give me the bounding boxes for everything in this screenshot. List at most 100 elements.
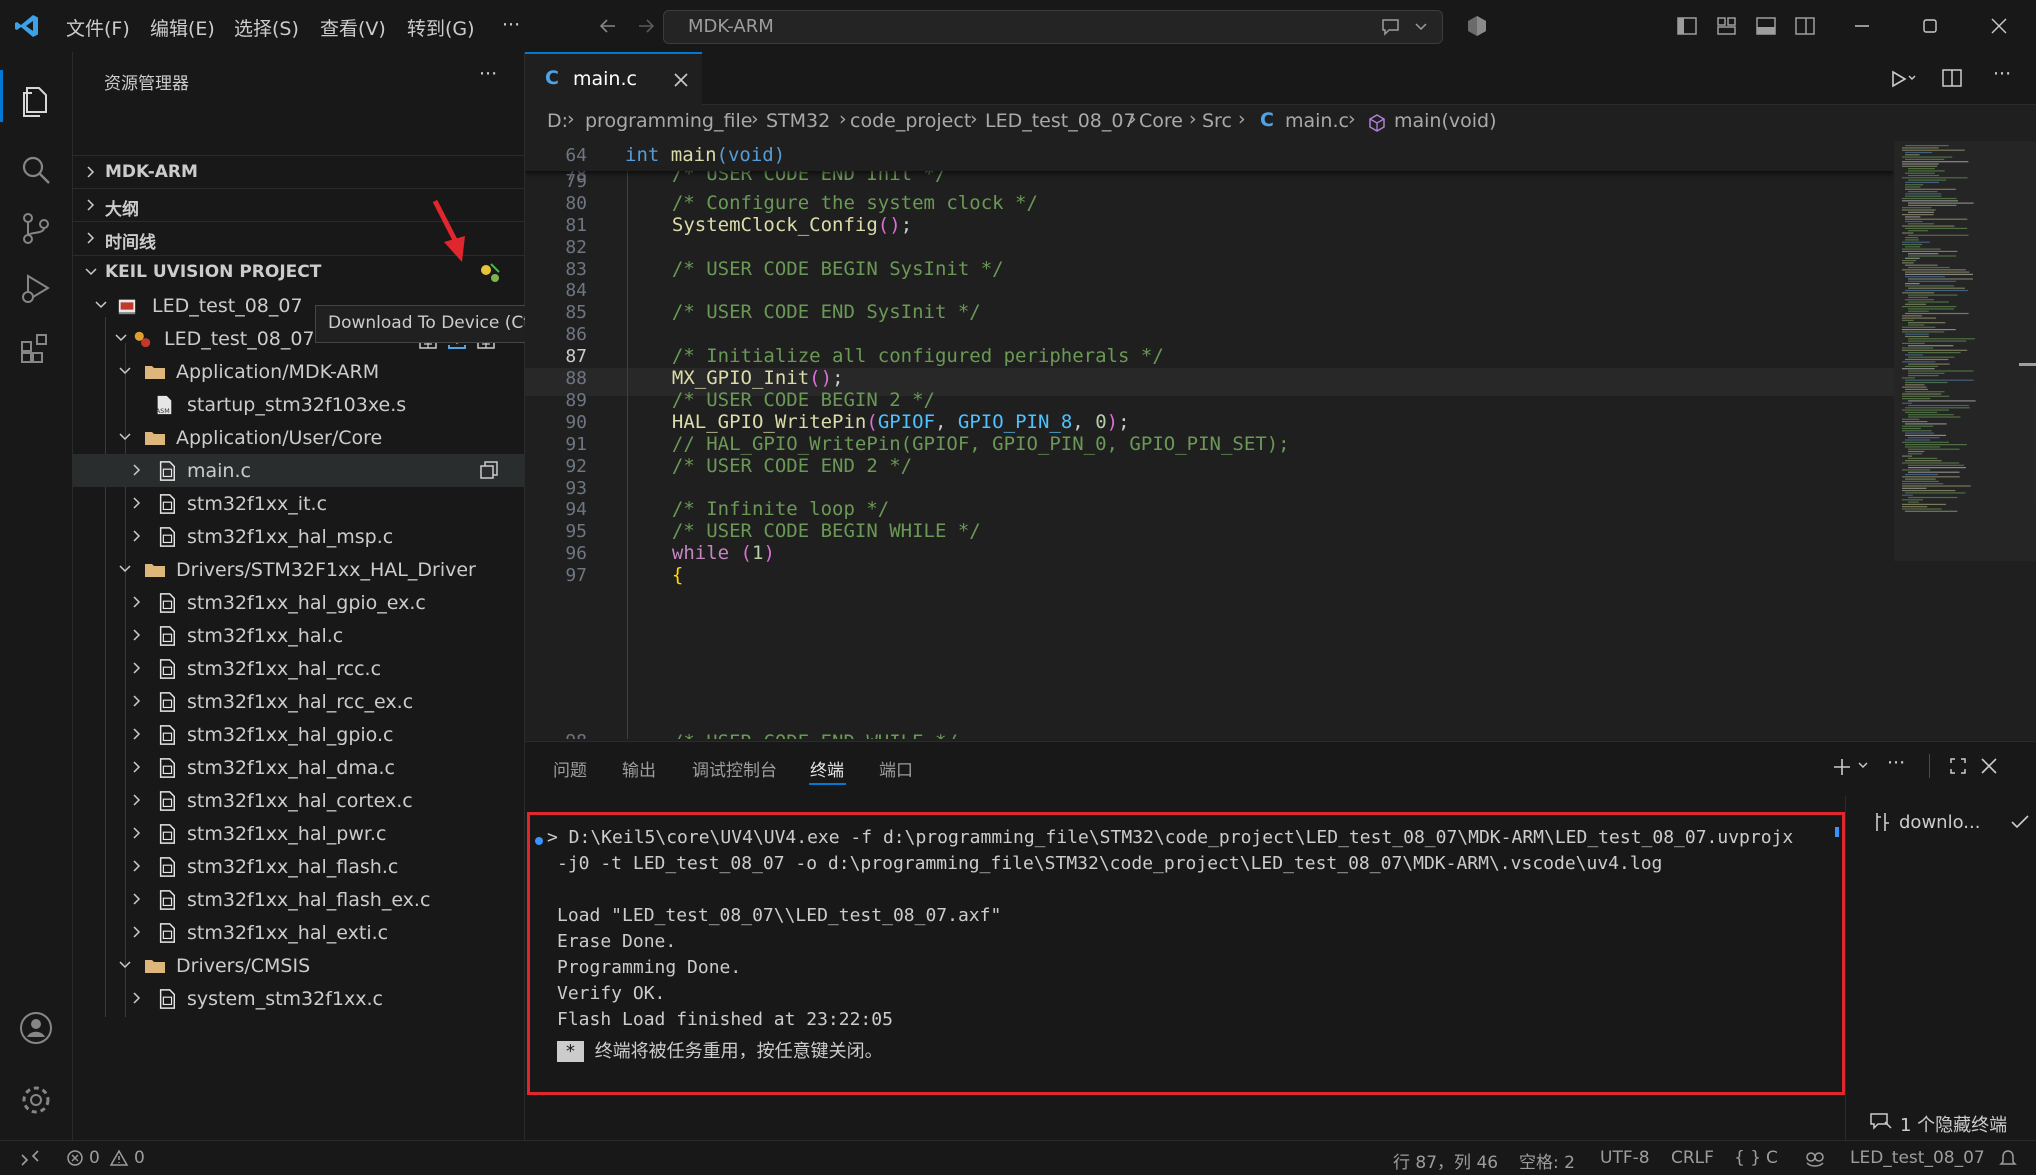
source-control-icon[interactable] bbox=[18, 210, 54, 246]
breadcrumb-item[interactable]: D: bbox=[547, 110, 568, 132]
copy-file-icon[interactable] bbox=[479, 460, 499, 480]
warning-icon[interactable] bbox=[109, 1149, 129, 1167]
copilot-icon[interactable] bbox=[1465, 14, 1489, 38]
close-tab-icon[interactable] bbox=[671, 70, 691, 90]
tree-item-label: startup_stm32f103xe.s bbox=[187, 394, 407, 416]
tree-item-file[interactable]: stm32f1xx_hal_cortex.c bbox=[73, 784, 524, 817]
extensions-icon[interactable] bbox=[18, 330, 54, 366]
tree-item-file[interactable]: system_stm32f1xx.c bbox=[73, 982, 524, 1015]
back-arrow-icon[interactable] bbox=[598, 16, 618, 36]
notifications-bell-icon[interactable] bbox=[1998, 1148, 2018, 1168]
menu-go[interactable]: 转到(G) bbox=[407, 14, 475, 41]
search-icon[interactable] bbox=[18, 152, 54, 188]
tree-item-group[interactable]: Application/MDK-ARM bbox=[73, 355, 524, 388]
account-icon[interactable] bbox=[18, 1010, 54, 1046]
forward-arrow-icon[interactable] bbox=[636, 16, 656, 36]
minimap-slider[interactable] bbox=[1894, 141, 2036, 561]
sticky-scroll[interactable]: 64 int main(void) bbox=[525, 141, 1894, 171]
tab-problems[interactable]: 问题 bbox=[553, 756, 587, 781]
close-window-icon[interactable] bbox=[1989, 16, 2009, 36]
breadcrumb-item[interactable]: main(void) bbox=[1394, 110, 1497, 132]
error-icon[interactable] bbox=[66, 1149, 84, 1167]
chevron-right-icon bbox=[133, 761, 141, 773]
menu-edit[interactable]: 编辑(E) bbox=[150, 14, 215, 41]
new-terminal-icon[interactable] bbox=[1831, 756, 1853, 778]
breadcrumb-item[interactable]: code_project bbox=[850, 110, 971, 132]
hidden-terminals-label[interactable]: 1 个隐藏终端 bbox=[1900, 1111, 2007, 1137]
tree-item-file[interactable]: stm32f1xx_hal.c bbox=[73, 619, 524, 652]
breadcrumb-item[interactable]: main.c bbox=[1285, 110, 1349, 132]
tree-item-file[interactable]: stm32f1xx_hal_dma.c bbox=[73, 751, 524, 784]
panel-more-actions[interactable]: ··· bbox=[1887, 752, 1905, 774]
code-editor[interactable]: 78 /* USER CODE END Init */ 79 80 /* Conf… bbox=[525, 141, 2036, 739]
manage-gear-icon[interactable] bbox=[18, 1082, 54, 1118]
run-debug-menu-icon[interactable] bbox=[1890, 68, 1916, 90]
language-mode[interactable]: C bbox=[1766, 1148, 1778, 1168]
tab-terminal[interactable]: 终端 bbox=[810, 756, 844, 781]
tab-ports[interactable]: 端口 bbox=[879, 756, 913, 781]
maximize-icon[interactable] bbox=[1920, 16, 1940, 36]
build-gear-icon[interactable] bbox=[477, 260, 503, 286]
breadcrumb-item[interactable]: Core bbox=[1139, 110, 1183, 132]
warning-count[interactable]: 0 bbox=[134, 1148, 145, 1168]
explorer-icon[interactable] bbox=[18, 82, 54, 118]
menu-more[interactable]: ··· bbox=[502, 14, 520, 36]
copilot-status-icon[interactable] bbox=[1804, 1148, 1826, 1168]
tree-item-file[interactable]: stm32f1xx_hal_rcc_ex.c bbox=[73, 685, 524, 718]
chevron-down-icon[interactable] bbox=[1414, 21, 1428, 33]
tree-item-file-selected[interactable]: main.c bbox=[73, 454, 524, 487]
tree-item-file[interactable]: stm32f1xx_hal_msp.c bbox=[73, 520, 524, 553]
tree-item-label: Application/User/Core bbox=[176, 427, 383, 449]
line-ending[interactable]: CRLF bbox=[1671, 1148, 1714, 1168]
tree-item-file[interactable]: stm32f1xx_hal_gpio_ex.c bbox=[73, 586, 524, 619]
section-mdk-arm[interactable]: MDK-ARM bbox=[73, 155, 524, 189]
tree-item-group[interactable]: Drivers/CMSIS bbox=[73, 949, 524, 982]
chat-icon[interactable] bbox=[1380, 17, 1402, 37]
tree-item-file[interactable]: stm32f1xx_hal_rcc.c bbox=[73, 652, 524, 685]
tab-output[interactable]: 输出 bbox=[622, 756, 656, 781]
terminal-task-label[interactable]: downlo... bbox=[1899, 812, 1980, 833]
tree-item-file[interactable]: stm32f1xx_hal_exti.c bbox=[73, 916, 524, 949]
tree-item-group[interactable]: Application/User/Core bbox=[73, 421, 524, 454]
maximize-panel-icon[interactable] bbox=[1948, 756, 1968, 776]
menu-view[interactable]: 查看(V) bbox=[320, 14, 386, 41]
tree-item-file[interactable]: stm32f1xx_hal_gpio.c bbox=[73, 718, 524, 751]
editor-more-actions[interactable]: ··· bbox=[1993, 63, 2011, 85]
breadcrumb-item[interactable]: STM32 bbox=[766, 110, 830, 132]
terminal-output[interactable]: > D:\Keil5\core\UV4\UV4.exe -f d:\progra… bbox=[527, 812, 1845, 1095]
remote-icon[interactable] bbox=[20, 1149, 40, 1167]
project-name[interactable]: LED_test_08_07 bbox=[1850, 1148, 1985, 1168]
chevron-down-icon bbox=[115, 334, 127, 342]
section-label: 大纲 bbox=[105, 200, 139, 220]
error-count[interactable]: 0 bbox=[89, 1148, 100, 1168]
chevron-down-icon[interactable] bbox=[1857, 761, 1869, 771]
minimap[interactable] bbox=[1894, 141, 2036, 739]
cursor-position[interactable]: 行 87，列 46 bbox=[1393, 1148, 1498, 1173]
encoding[interactable]: UTF-8 bbox=[1600, 1148, 1650, 1168]
tree-item-file[interactable]: stm32f1xx_hal_pwr.c bbox=[73, 817, 524, 850]
toggle-panel-icon[interactable] bbox=[1755, 16, 1777, 36]
sidebar-more-button[interactable]: ··· bbox=[479, 63, 497, 85]
toggle-primary-sidebar-icon[interactable] bbox=[1676, 16, 1698, 36]
line-number: 91 bbox=[565, 433, 587, 455]
menu-selection[interactable]: 选择(S) bbox=[234, 14, 299, 41]
tab-debug-console[interactable]: 调试控制台 bbox=[692, 756, 777, 781]
command-center-search[interactable]: MDK-ARM bbox=[663, 10, 1443, 44]
tab-main-c[interactable]: C main.c bbox=[525, 52, 702, 106]
breadcrumb-item[interactable]: LED_test_08_07 bbox=[985, 110, 1136, 132]
close-panel-icon[interactable] bbox=[1979, 756, 1999, 776]
tree-item-file[interactable]: stm32f1xx_hal_flash_ex.c bbox=[73, 883, 524, 916]
tree-item-file[interactable]: stm32f1xx_hal_flash.c bbox=[73, 850, 524, 883]
customize-layout-icon[interactable] bbox=[1716, 16, 1738, 36]
breadcrumb-item[interactable]: Src bbox=[1202, 110, 1232, 132]
tree-item-file[interactable]: stm32f1xx_it.c bbox=[73, 487, 524, 520]
menu-file[interactable]: 文件(F) bbox=[66, 14, 130, 41]
tree-item-file[interactable]: ASM startup_stm32f103xe.s bbox=[73, 388, 524, 421]
toggle-secondary-sidebar-icon[interactable] bbox=[1794, 16, 1816, 36]
run-debug-icon[interactable] bbox=[18, 270, 54, 306]
tree-item-group[interactable]: Drivers/STM32F1xx_HAL_Driver bbox=[73, 553, 524, 586]
split-editor-icon[interactable] bbox=[1941, 68, 1963, 88]
indentation[interactable]: 空格: 2 bbox=[1519, 1148, 1575, 1173]
breadcrumb-item[interactable]: programming_file bbox=[585, 110, 752, 132]
minimize-icon[interactable] bbox=[1852, 16, 1872, 36]
